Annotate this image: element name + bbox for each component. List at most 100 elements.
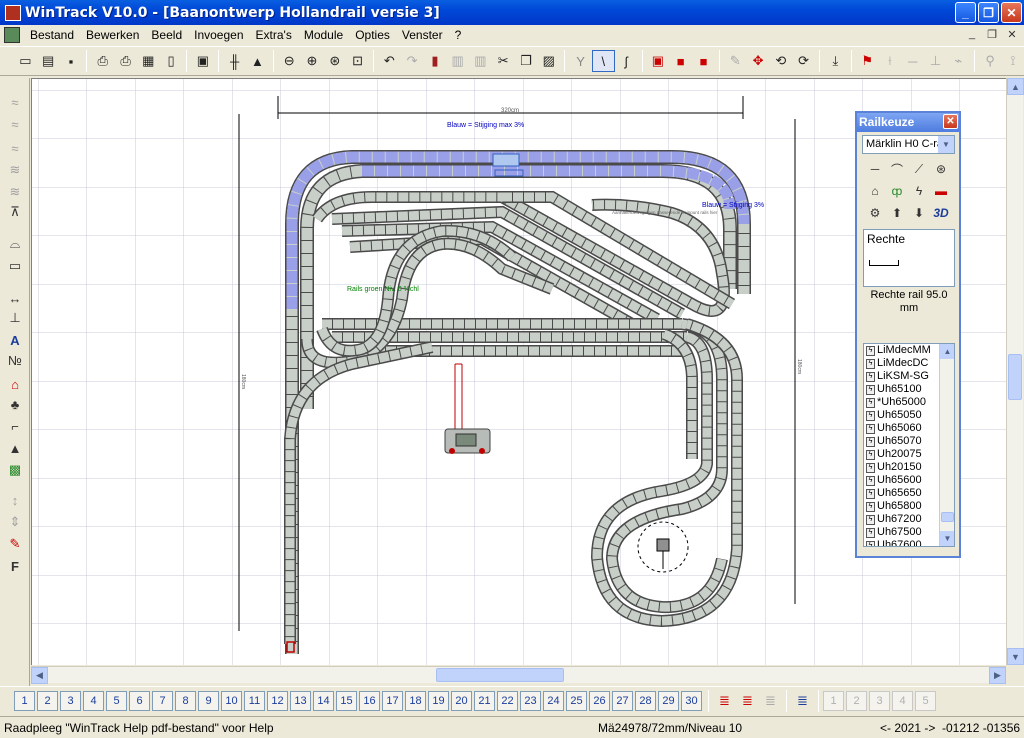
- layer-button[interactable]: 3: [60, 690, 81, 711]
- extra-layer-button[interactable]: 5: [915, 690, 936, 711]
- wiring-icon[interactable]: ✎: [4, 534, 26, 554]
- copy-icon[interactable]: ❐: [515, 50, 538, 72]
- rotate-180-icon[interactable]: ⟳: [792, 50, 815, 72]
- extra-layer-button[interactable]: 2: [846, 690, 867, 711]
- page-icon[interactable]: ▯: [160, 50, 183, 72]
- house-icon[interactable]: ⌂: [4, 374, 26, 394]
- paste-icon[interactable]: ▨: [537, 50, 560, 72]
- layer-button[interactable]: 19: [428, 690, 449, 711]
- layers-down-icon[interactable]: ≣: [759, 690, 782, 712]
- scroll-down-icon[interactable]: ▼: [1007, 648, 1024, 665]
- list-scroll-thumb[interactable]: [941, 512, 954, 522]
- scroll-up-icon[interactable]: ▲: [1007, 78, 1024, 95]
- new-icon[interactable]: ▭: [14, 50, 37, 72]
- track-join-icon[interactable]: ─: [901, 50, 924, 72]
- down-level-icon[interactable]: ⬇: [909, 203, 929, 223]
- menu-bewerken[interactable]: Bewerken: [80, 25, 145, 45]
- mdi-restore-button[interactable]: ❐: [984, 27, 1000, 41]
- print-setup-icon[interactable]: ▦: [137, 50, 160, 72]
- turntable-icon[interactable]: ⊛: [931, 159, 951, 179]
- menu-venster[interactable]: Venster: [396, 25, 449, 45]
- menu-module[interactable]: Module: [298, 25, 349, 45]
- layer-button[interactable]: 26: [589, 690, 610, 711]
- horizontal-scroll-thumb[interactable]: [436, 668, 564, 682]
- curved-track-icon[interactable]: ⌒: [887, 159, 907, 179]
- platform-icon[interactable]: ▭: [4, 256, 26, 276]
- font-icon[interactable]: F: [4, 556, 26, 576]
- landscape-icon[interactable]: ▲: [246, 50, 269, 72]
- switch-left-icon[interactable]: ⟋: [909, 159, 929, 179]
- layers-all-icon[interactable]: ≣: [791, 690, 814, 712]
- tunnel-icon[interactable]: ⊼: [4, 202, 26, 222]
- list-scrollbar[interactable]: ▲ ▼: [939, 344, 954, 546]
- restore-button[interactable]: ❐: [978, 2, 999, 23]
- layer-button[interactable]: 29: [658, 690, 679, 711]
- save-icon[interactable]: ▪: [60, 50, 83, 72]
- layer-button[interactable]: 4: [83, 690, 104, 711]
- layer-button[interactable]: 11: [244, 690, 265, 711]
- close-button[interactable]: ✕: [1001, 2, 1022, 23]
- list-scroll-up-icon[interactable]: ▲: [940, 344, 954, 359]
- zoom-in-icon[interactable]: ⊕: [301, 50, 324, 72]
- signal-icon[interactable]: ȹ: [887, 181, 907, 201]
- layer-button[interactable]: 13: [290, 690, 311, 711]
- layer-button[interactable]: 17: [382, 690, 403, 711]
- track-end-icon[interactable]: ⊥: [924, 50, 947, 72]
- scroll-right-icon[interactable]: ▶: [989, 667, 1006, 684]
- layer-button[interactable]: 30: [681, 690, 702, 711]
- layer-button[interactable]: 12: [267, 690, 288, 711]
- connect-end-icon[interactable]: ⟟: [1001, 50, 1024, 72]
- minimize-button[interactable]: _: [955, 2, 976, 23]
- delete-icon[interactable]: ▮: [424, 50, 447, 72]
- level-tool-icon[interactable]: ⇕: [4, 512, 26, 532]
- red-block-icon[interactable]: ■: [669, 50, 692, 72]
- layer-button[interactable]: 25: [566, 690, 587, 711]
- flex-join-icon[interactable]: ≋: [4, 182, 26, 202]
- dimension-icon[interactable]: ↔: [4, 288, 26, 308]
- mdi-close-button[interactable]: ✕: [1004, 27, 1020, 41]
- layer-button[interactable]: 2: [37, 690, 58, 711]
- green-block-icon[interactable]: ■: [692, 50, 715, 72]
- layers-stack-icon[interactable]: ≣: [713, 690, 736, 712]
- app-icon[interactable]: [5, 4, 21, 21]
- zoom-window-icon[interactable]: ⊡: [346, 50, 369, 72]
- layer-button[interactable]: 6: [129, 690, 150, 711]
- layer-button[interactable]: 15: [336, 690, 357, 711]
- menu-invoegen[interactable]: Invoegen: [188, 25, 249, 45]
- layer-button[interactable]: 28: [635, 690, 656, 711]
- rotate-icon[interactable]: ⟲: [769, 50, 792, 72]
- layer-button[interactable]: 8: [175, 690, 196, 711]
- layer-button[interactable]: 23: [520, 690, 541, 711]
- railkeuze-close-button[interactable]: ✕: [943, 114, 958, 129]
- menu-bestand[interactable]: Bestand: [24, 25, 80, 45]
- cut-icon[interactable]: ✂: [492, 50, 515, 72]
- layer-button[interactable]: 21: [474, 690, 495, 711]
- layer-button[interactable]: 16: [359, 690, 380, 711]
- menu-extras[interactable]: Extra's: [250, 25, 298, 45]
- signal-icon[interactable]: ▣: [647, 50, 670, 72]
- extra-layer-button[interactable]: 1: [823, 690, 844, 711]
- layer-button[interactable]: 5: [106, 690, 127, 711]
- selected-switch[interactable]: [492, 153, 520, 167]
- terrain-tool-icon[interactable]: ▲: [4, 438, 26, 458]
- vertical-scroll-thumb[interactable]: [1008, 354, 1022, 400]
- zoom-out-icon[interactable]: ⊖: [278, 50, 301, 72]
- extra-layer-button[interactable]: 3: [869, 690, 890, 711]
- flex-curve-icon[interactable]: ≈: [4, 114, 26, 134]
- measure-icon[interactable]: ✎: [724, 50, 747, 72]
- decoupler-icon[interactable]: ⚙: [865, 203, 885, 223]
- print-icon[interactable]: ⎙: [114, 50, 137, 72]
- track-flex-icon[interactable]: ⌁: [947, 50, 970, 72]
- layer-button[interactable]: 1: [14, 690, 35, 711]
- buffer-icon[interactable]: ▬: [931, 181, 951, 201]
- track-system-select[interactable]: Märklin H0 C-ra ▼: [862, 135, 955, 154]
- connect-icon[interactable]: ⚲: [979, 50, 1002, 72]
- move-icon[interactable]: ✥: [747, 50, 770, 72]
- building-icon[interactable]: ⌂: [865, 181, 885, 201]
- zoom-fit-icon[interactable]: ⊛: [323, 50, 346, 72]
- document-icon[interactable]: [4, 27, 20, 43]
- chevron-down-icon[interactable]: ▼: [938, 136, 954, 153]
- vertical-scrollbar[interactable]: ▲ ▼: [1006, 78, 1024, 665]
- electrical-icon[interactable]: ϟ: [909, 181, 929, 201]
- numbering-icon[interactable]: №: [4, 350, 26, 370]
